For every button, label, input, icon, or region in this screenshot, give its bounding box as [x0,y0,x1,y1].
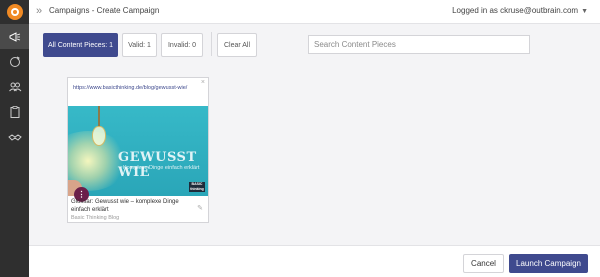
content-card[interactable]: × https://www.basicthinking.de/blog/gewu… [67,77,209,223]
sidebar-item-partners[interactable] [0,124,29,149]
filter-invalid-button[interactable]: Invalid: 0 [161,33,203,57]
sidebar-item-campaigns[interactable] [0,24,29,49]
sidebar-item-reports[interactable] [0,99,29,124]
refresh-icon [9,56,20,67]
clipboard-icon [10,105,19,118]
launch-campaign-button[interactable]: Launch Campaign [509,254,588,273]
filter-valid-button[interactable]: Valid: 1 [122,33,157,57]
brand-logo: BASIC thinking [189,182,205,192]
users-icon [8,82,21,91]
lightbulb-image [92,126,106,146]
chevron-down-icon: ▼ [581,8,588,15]
user-label: Logged in as ckruse@outbrain.com [452,6,579,15]
outbrain-logo-icon [6,4,23,20]
edit-icon[interactable]: ✎ [197,204,203,212]
page-title: Campaigns - Create Campaign [49,6,160,15]
sidebar [0,0,29,277]
filter-all-button[interactable]: All Content Pieces: 1 [43,33,118,57]
sidebar-item-users[interactable] [0,74,29,99]
cancel-button[interactable]: Cancel [463,254,504,273]
content-caption: Glossar: Gewusst wie – komplexe Dinge ei… [71,199,179,213]
content-url[interactable]: https://www.basicthinking.de/blog/gewuss… [73,84,205,92]
search-input[interactable] [308,35,530,54]
megaphone-icon [9,31,20,42]
filter-toolbar: All Content Pieces: 1 Valid: 1 Invalid: … [29,24,600,68]
logo[interactable] [0,0,29,24]
content-thumbnail: GEWUSST WIE Komplexe Dinge einfach erklä… [68,106,208,196]
footer-bar: Cancel Launch Campaign [29,245,600,277]
top-bar: » Campaigns - Create Campaign Logged in … [29,0,600,24]
clear-all-button[interactable]: Clear All [217,33,257,57]
content-source: Basic Thinking Blog [71,215,120,221]
user-menu[interactable]: Logged in as ckruse@outbrain.com ▼ [452,6,588,15]
sidebar-item-refresh[interactable] [0,49,29,74]
thumbnail-tagline: Komplexe Dinge einfach erklärt [123,165,200,171]
divider [211,32,212,56]
handshake-icon [7,133,22,141]
content-area: × https://www.basicthinking.de/blog/gewu… [29,68,600,245]
expand-sidebar-icon[interactable]: » [36,5,42,17]
